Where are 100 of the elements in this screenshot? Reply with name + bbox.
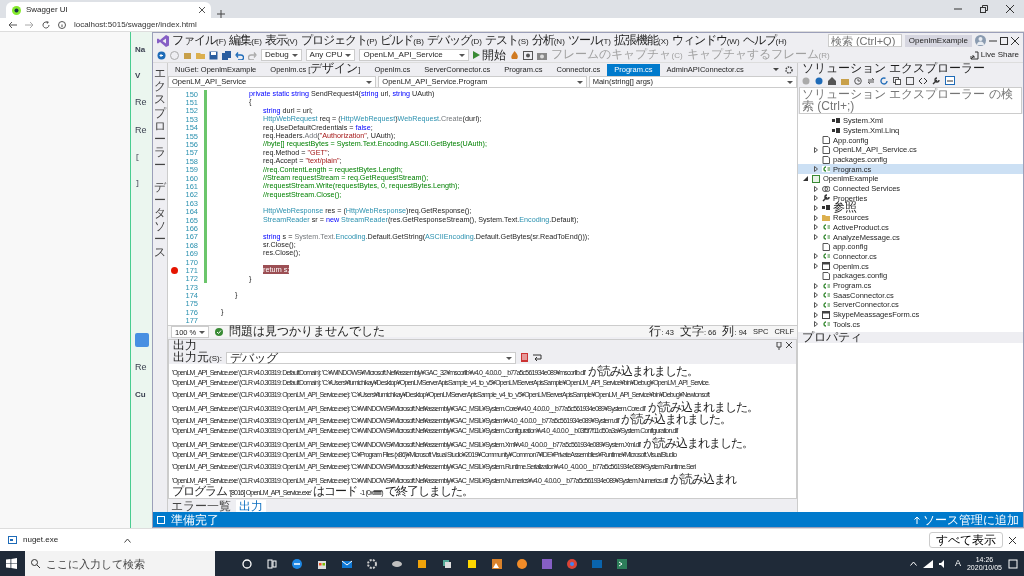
menu-item[interactable]: 分析(N) (531, 33, 565, 48)
new-tab-icon[interactable] (217, 10, 225, 18)
collapsed-arrow-icon[interactable] (813, 301, 818, 308)
collapsed-arrow-icon[interactable] (813, 224, 818, 231)
code-icon[interactable] (919, 76, 927, 85)
close-icon[interactable] (786, 341, 792, 348)
history-icon[interactable] (854, 76, 862, 85)
platform-dropdown[interactable]: Any CPU (305, 49, 356, 61)
screenshot-icon[interactable] (523, 50, 534, 60)
collapsed-arrow-icon[interactable] (813, 253, 818, 260)
tab-list-icon[interactable] (772, 66, 780, 74)
pin-icon[interactable] (776, 341, 782, 350)
word-wrap-icon[interactable] (532, 353, 542, 362)
collapsed-arrow-icon[interactable] (813, 321, 818, 328)
menu-item[interactable]: ウィンドウ(W) (671, 33, 740, 48)
expanded-arrow-icon[interactable] (803, 176, 808, 182)
restore-icon[interactable] (980, 5, 988, 13)
home-icon[interactable] (828, 76, 836, 85)
clear-icon[interactable] (519, 353, 529, 362)
collapsed-arrow-icon[interactable] (813, 263, 818, 270)
settings-icon[interactable] (785, 66, 793, 74)
layers-icon[interactable] (441, 557, 453, 570)
collapsed-arrow-icon[interactable] (813, 185, 818, 192)
preview-icon[interactable] (945, 76, 955, 85)
camera-icon[interactable] (537, 50, 548, 60)
switch-views-icon[interactable] (841, 76, 849, 85)
outlook-icon[interactable] (591, 557, 603, 570)
menu-item[interactable]: ツール(T) (567, 33, 611, 48)
reload-icon[interactable] (42, 20, 50, 29)
collapsed-arrow-icon[interactable] (813, 205, 818, 212)
source-control-button[interactable]: ソース管理に追加 (914, 513, 1019, 526)
download-file-name[interactable]: nuget.exe (23, 534, 59, 546)
output-source-dropdown[interactable]: デバッグ (225, 351, 516, 364)
collapsed-arrow-icon[interactable] (813, 214, 818, 221)
app-icon[interactable] (516, 557, 528, 570)
gear-icon[interactable] (366, 557, 378, 570)
save-all-icon[interactable] (222, 50, 231, 60)
start-button[interactable]: 開始 (473, 49, 507, 61)
cortana-icon[interactable] (241, 557, 253, 570)
ide-app-icon[interactable] (541, 557, 553, 570)
notification-icon[interactable] (1008, 558, 1018, 569)
menu-item[interactable]: 拡張機能(X) (614, 33, 669, 48)
maximize-icon[interactable] (1000, 36, 1008, 45)
startup-project-dropdown[interactable]: OpenLM_API_Service (359, 49, 470, 61)
collapsed-arrow-icon[interactable] (813, 311, 818, 318)
browser-tab[interactable]: Swagger UI (6, 2, 211, 18)
collapse-icon[interactable] (893, 76, 901, 85)
menu-item[interactable]: ファイル(F) (172, 33, 227, 48)
ime-indicator[interactable]: A (954, 556, 961, 571)
undo-icon[interactable] (235, 50, 244, 60)
menu-item[interactable]: ヘルプ(H) (742, 33, 787, 48)
collapsed-arrow-icon[interactable] (813, 146, 818, 153)
side-tab[interactable]: データソース (154, 180, 166, 260)
back-icon[interactable] (8, 20, 17, 29)
note-icon[interactable] (466, 557, 478, 570)
menu-item[interactable]: デバッグ(D) (426, 33, 482, 48)
edge-icon[interactable] (291, 557, 303, 570)
task-view-icon[interactable] (266, 557, 278, 570)
box-icon[interactable] (416, 557, 428, 570)
collapsed-arrow-icon[interactable] (813, 282, 818, 289)
menu-item[interactable]: テスト(S) (485, 33, 529, 48)
wrench-icon[interactable] (932, 76, 940, 85)
collapsed-arrow-icon[interactable] (813, 195, 818, 202)
copy-icon[interactable] (906, 76, 914, 85)
collapsed-arrow-icon[interactable] (813, 234, 818, 241)
search-field[interactable]: 検索 (Ctrl+Q) (827, 34, 902, 47)
browser-icon[interactable] (566, 557, 578, 570)
collapsed-arrow-icon[interactable] (813, 292, 818, 299)
picture-app-icon[interactable] (491, 557, 503, 570)
panel-tab[interactable]: エラー一覧 (168, 499, 234, 512)
minimize-icon[interactable] (954, 5, 962, 13)
close-icon[interactable] (1009, 536, 1016, 544)
side-tab[interactable]: エクスプローラー (154, 67, 166, 173)
flame-icon[interactable] (510, 50, 520, 60)
panel-tab[interactable]: 出力 (236, 499, 266, 512)
refresh-icon[interactable] (880, 76, 888, 85)
config-file-icon (822, 271, 830, 280)
back-icon[interactable] (157, 50, 166, 60)
menu-item[interactable]: プロジェクト(P) (300, 33, 378, 48)
forward-icon[interactable] (815, 76, 823, 85)
configuration-dropdown[interactable]: Debug (261, 49, 302, 61)
close-icon[interactable] (199, 7, 205, 13)
terminal-icon[interactable] (616, 557, 628, 570)
address-bar[interactable]: localhost:5015/swagger/index.html (0, 18, 1024, 32)
collapsed-arrow-icon[interactable] (813, 166, 818, 173)
menu-item[interactable]: 表示(V) (264, 33, 298, 48)
show-all-button[interactable]: すべて表示 (929, 532, 1003, 548)
menu-item[interactable]: ビルド(B) (380, 33, 424, 48)
menu-item[interactable]: 編集(E) (229, 33, 262, 48)
search-field[interactable]: ソリューション エクスプローラー の検索 (Ctrl+;) (799, 87, 1022, 114)
tree-item[interactable]: 参照 (798, 203, 1023, 213)
live-share-button[interactable]: Live Share (969, 49, 1019, 61)
start-icon[interactable] (6, 558, 17, 569)
close-icon[interactable] (1006, 5, 1014, 13)
network-icon[interactable] (922, 559, 933, 568)
sync-icon[interactable] (867, 76, 875, 85)
save-icon[interactable] (209, 50, 218, 60)
chevron-up-icon[interactable] (124, 537, 132, 543)
code-editor[interactable] (168, 88, 797, 325)
close-icon[interactable] (1011, 36, 1019, 45)
